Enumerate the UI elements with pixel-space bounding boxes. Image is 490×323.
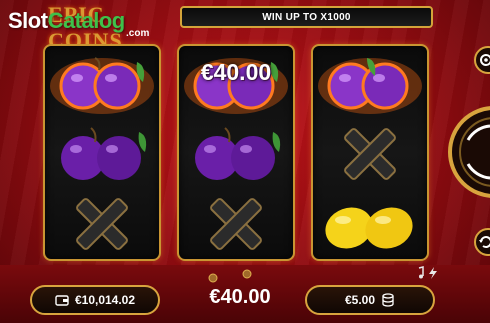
reel-1 [43, 44, 161, 261]
bet-selector[interactable]: €5.00 [305, 285, 435, 315]
plums-symbol [45, 118, 159, 188]
plums-symbol [179, 118, 293, 188]
win-up-to-banner: WIN UP TO X1000 [180, 6, 433, 28]
balance-display: €10,014.02 [30, 285, 160, 315]
sound-turbo-icons [418, 266, 437, 279]
coin-stack-icon [382, 293, 394, 307]
banner-text: WIN UP TO X1000 [262, 11, 351, 23]
win-amount: €40.00 [209, 286, 271, 308]
settings-button[interactable] [470, 46, 490, 74]
x-symbol [45, 188, 159, 258]
autoplay-button[interactable] [470, 228, 490, 256]
lightning-icon[interactable] [429, 267, 437, 279]
spin-button[interactable] [446, 104, 490, 200]
burning-plums-symbol: €40.00 [179, 48, 293, 118]
reel-coin-value: €40.00 [200, 59, 272, 85]
reel-3 [311, 44, 429, 261]
watermark-suffix: .com [126, 28, 150, 39]
music-note-icon[interactable] [418, 266, 424, 279]
reel-2: €40.00 [177, 44, 295, 261]
x-symbol [313, 118, 427, 188]
x-symbol [179, 188, 293, 258]
balance-value: €10,014.02 [74, 293, 136, 307]
wallet-icon [55, 295, 69, 306]
burning-plums-symbol [313, 48, 427, 118]
watermark-text: SlotCatalog [8, 8, 125, 33]
bet-value: €5.00 [344, 293, 376, 307]
lemons-symbol [313, 188, 427, 258]
watermark: SlotCatalog .com [8, 6, 158, 40]
burning-plums-symbol [45, 48, 159, 118]
